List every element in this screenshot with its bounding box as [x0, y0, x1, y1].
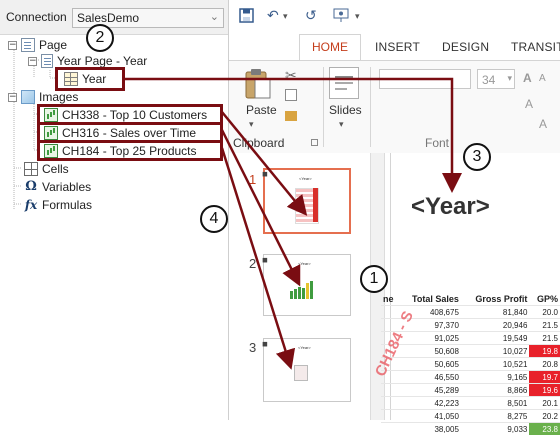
callout-2: 2: [86, 24, 114, 52]
annotation-arrows: [0, 0, 560, 420]
arrow-ch338-to-slide1: [222, 112, 304, 212]
callout-1: 1: [360, 265, 388, 293]
table-cell: 9,033: [461, 423, 529, 435]
callout-4: 4: [200, 205, 228, 233]
table-row: 38,0059,03323.8: [381, 423, 560, 435]
table-cell: [381, 423, 399, 435]
callout-3: 3: [463, 143, 491, 171]
arrow-ch316-to-slide2: [222, 130, 298, 282]
table-cell: 23.8: [529, 423, 560, 435]
arrow-year-to-placeholder: [125, 79, 452, 188]
table-cell: 38,005: [399, 423, 461, 435]
